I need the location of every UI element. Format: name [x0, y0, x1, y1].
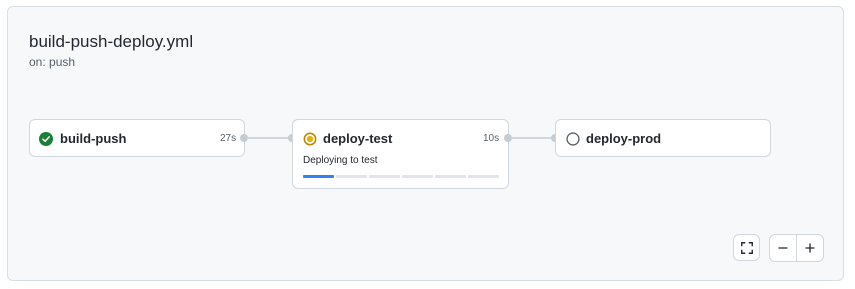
job-progress-bar: [303, 175, 499, 178]
progress-segment: [402, 175, 433, 178]
job-duration: 10s: [483, 133, 500, 144]
fullscreen-icon: [740, 241, 753, 254]
progress-segment: [303, 175, 334, 178]
circle-outline-icon: [566, 132, 580, 146]
zoom-out-button[interactable]: [770, 235, 796, 261]
workflow-graph-panel: build-push-deploy.yml on: push build-pus…: [7, 6, 844, 281]
job-name: deploy-prod: [586, 131, 662, 146]
check-circle-fill-icon: [39, 132, 53, 146]
zoom-in-button[interactable]: [797, 235, 823, 261]
workflow-title: build-push-deploy.yml: [29, 32, 194, 51]
job-card-deploy-prod[interactable]: deploy-prod: [555, 119, 771, 157]
progress-segment: [468, 175, 499, 178]
workflow-trigger: on: push: [29, 55, 76, 69]
job-name: build-push: [60, 131, 127, 146]
job-connector: [247, 137, 289, 139]
job-card-deploy-test[interactable]: deploy-test 10s Deploying to test: [292, 119, 509, 189]
zoom-controls: [769, 234, 824, 262]
job-status-message: Deploying to test: [303, 155, 378, 166]
fullscreen-button[interactable]: [733, 234, 760, 261]
progress-segment: [336, 175, 367, 178]
progress-segment: [369, 175, 400, 178]
job-card-build-push[interactable]: build-push 27s: [29, 119, 245, 157]
minus-icon: [778, 247, 788, 249]
job-name: deploy-test: [323, 131, 393, 146]
plus-icon: [805, 243, 815, 253]
in-progress-icon: [303, 132, 317, 146]
job-connector: [511, 137, 553, 139]
progress-segment: [435, 175, 466, 178]
job-duration: 27s: [220, 133, 237, 144]
